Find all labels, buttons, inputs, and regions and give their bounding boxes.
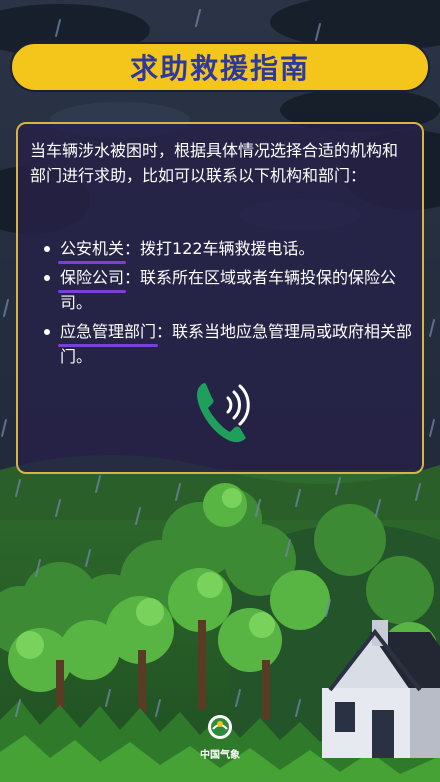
list-item: 应急管理部门：联系当地应急管理局或政府相关部门。	[44, 319, 414, 369]
list-item: 公安机关：拨打122车辆救援电话。	[44, 236, 414, 264]
title-banner: 求助救援指南	[10, 42, 430, 92]
bullet-icon	[44, 275, 50, 281]
phone-call-icon	[197, 383, 250, 443]
list-item-term: 保险公司	[57, 265, 127, 293]
bullet-icon	[44, 246, 50, 252]
list-item: 保险公司：联系所在区域或者车辆投保的保险公司。	[44, 265, 414, 315]
logo-text: 中国气象	[200, 750, 240, 761]
intro-text: 当车辆涉水被困时，根据具体情况选择合适的机构和部门进行求助，比如可以联系以下机构…	[30, 141, 399, 185]
list-item-term: 公安机关	[57, 236, 127, 264]
page-title: 求助救援指南	[129, 52, 310, 85]
contact-list: 公安机关：拨打122车辆救援电话。 保险公司：联系所在区域或者车辆投保的保险公司…	[44, 236, 414, 373]
list-item-term: 应急管理部门	[57, 319, 159, 347]
bullet-icon	[44, 329, 50, 335]
guide-card: 当车辆涉水被困时，根据具体情况选择合适的机构和部门进行求助，比如可以联系以下机构…	[16, 122, 424, 474]
china-weather-logo-icon	[208, 715, 232, 739]
footer-logo: 中国气象	[190, 714, 250, 761]
list-item-desc: ：拨打122车辆救援电话。	[124, 239, 315, 258]
